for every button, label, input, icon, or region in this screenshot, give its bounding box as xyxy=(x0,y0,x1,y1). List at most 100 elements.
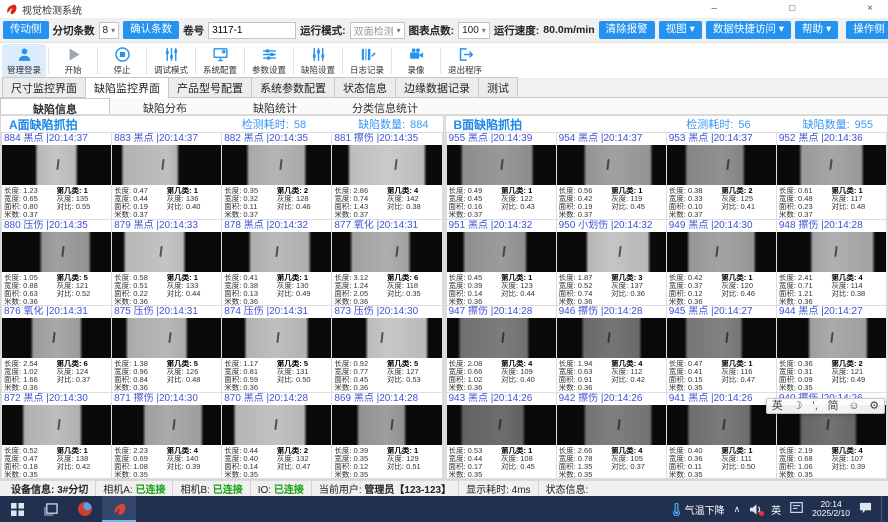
param-settings-button[interactable]: 参数设置 xyxy=(247,44,291,78)
defect-card[interactable]: 953 黑点 |20:14:37长度: 0.38宽度: 0.33面积: 0.10… xyxy=(667,133,776,219)
tab-size-monitor[interactable]: 尺寸监控界面 xyxy=(2,77,86,97)
defect-card-header: 876 氧化 |20:14:31 xyxy=(2,306,111,318)
defect-card[interactable]: 879 黑点 |20:14:33长度: 0.58宽度: 0.51面积: 0.22… xyxy=(112,220,221,306)
tab-system-param-config[interactable]: 系统参数配置 xyxy=(251,77,335,97)
operate-side-button[interactable]: 操作侧 xyxy=(846,21,888,39)
defect-card[interactable]: 881 擦伤 |20:14:35长度: 2.86宽度: 0.74面积: 1.43… xyxy=(332,133,441,219)
weather-widget[interactable]: 气温下降 xyxy=(672,502,725,517)
defect-card-header: 942 擦伤 |20:14:26 xyxy=(557,393,666,405)
defect-card[interactable]: 870 黑点 |20:14:28长度: 0.44宽度: 0.40面积: 0.14… xyxy=(222,393,331,479)
slit-count-select[interactable]: 8 ▾ xyxy=(99,22,120,39)
defect-card[interactable]: 876 氧化 |20:14:31长度: 2.54宽度: 1.02面积: 1.66… xyxy=(2,306,111,392)
taskbar-clock[interactable]: 20:14 2025/2/10 xyxy=(812,500,850,519)
defect-card-header: 953 黑点 |20:14:37 xyxy=(667,133,776,145)
record-video-button[interactable]: 录像 xyxy=(394,44,438,78)
defect-card[interactable]: 952 黑点 |20:14:36长度: 0.61宽度: 0.48面积: 0.23… xyxy=(777,133,886,219)
close-button[interactable]: × xyxy=(867,4,873,14)
subtab-defect-distribution[interactable]: 缺陷分布 xyxy=(110,98,220,114)
admin-login-button[interactable]: 管理登录 xyxy=(2,44,46,78)
ime-settings-icon[interactable]: ⚙ xyxy=(869,399,879,413)
defect-class-info: 第几类: 2灰度: 121对比: 0.49 xyxy=(831,360,884,392)
subtab-class-info-statistics[interactable]: 分类信息统计 xyxy=(330,98,440,114)
ime-punct-icon[interactable]: ’, xyxy=(812,399,818,413)
maximize-button[interactable]: □ xyxy=(789,4,795,14)
defect-card[interactable]: 869 黑点 |20:14:28长度: 0.39宽度: 0.35面积: 0.12… xyxy=(332,393,441,479)
debug-mode-button[interactable]: 调试模式 xyxy=(149,44,193,78)
ime-emoji-icon[interactable]: ☺ xyxy=(848,399,859,413)
defect-card[interactable]: 880 压伤 |20:14:35长度: 1.05宽度: 0.88面积: 0.63… xyxy=(2,220,111,306)
tab-product-model-config[interactable]: 产品型号配置 xyxy=(168,77,252,97)
subtab-defect-statistics[interactable]: 缺陷统计 xyxy=(220,98,330,114)
minimize-button[interactable]: – xyxy=(712,4,718,14)
view-menu-button[interactable]: 视图 ▾ xyxy=(659,21,702,39)
defect-card[interactable]: 871 擦伤 |20:14:30长度: 2.23宽度: 0.69面积: 1.08… xyxy=(112,393,221,479)
clear-alarm-button[interactable]: 清除报警 xyxy=(599,21,655,39)
taskbar-app-vision-system-icon[interactable] xyxy=(102,496,136,522)
defect-card[interactable]: 949 黑点 |20:14:30长度: 0.42宽度: 0.37面积: 0.12… xyxy=(667,220,776,306)
start-button[interactable]: 开始 xyxy=(51,44,95,78)
defect-card[interactable]: 882 黑点 |20:14:35长度: 0.35宽度: 0.32面积: 0.11… xyxy=(222,133,331,219)
defect-card[interactable]: 947 擦伤 |20:14:28长度: 2.08宽度: 0.66面积: 1.02… xyxy=(447,306,556,392)
help-menu-button[interactable]: 帮助 ▾ xyxy=(795,21,838,39)
defect-card[interactable]: 950 小划伤 |20:14:32长度: 1.87宽度: 0.52面积: 0.7… xyxy=(557,220,666,306)
taskbar-app-remote-icon[interactable] xyxy=(68,496,102,522)
task-view-button[interactable] xyxy=(34,496,68,522)
defect-card-info: 长度: 0.61宽度: 0.48面积: 0.23米数: 0.37第几类: 1灰度… xyxy=(777,185,886,219)
defect-card[interactable]: 883 黑点 |20:14:37长度: 0.47宽度: 0.44面积: 0.19… xyxy=(112,133,221,219)
ime-simplified[interactable]: 简 xyxy=(828,399,839,413)
exit-program-button[interactable]: 退出程序 xyxy=(443,44,487,78)
defect-card[interactable]: 946 擦伤 |20:14:28长度: 1.94宽度: 0.63面积: 0.91… xyxy=(557,306,666,392)
defect-card[interactable]: 874 压伤 |20:14:31长度: 1.17宽度: 0.81面积: 0.59… xyxy=(222,306,331,392)
ime-mode-icon[interactable] xyxy=(790,502,803,516)
ribbon-separator xyxy=(146,48,147,74)
volume-icon[interactable] xyxy=(749,504,762,515)
ribbon-separator xyxy=(342,48,343,74)
ime-lang-en[interactable]: 英 xyxy=(772,399,783,413)
system-config-button[interactable]: 系统配置 xyxy=(198,44,242,78)
defect-card[interactable]: 954 黑点 |20:14:37长度: 0.56宽度: 0.42面积: 0.19… xyxy=(557,133,666,219)
defect-card[interactable]: 948 擦伤 |20:14:28长度: 2.41宽度: 0.71面积: 1.21… xyxy=(777,220,886,306)
defect-card[interactable]: 944 黑点 |20:14:27长度: 0.36宽度: 0.31面积: 0.09… xyxy=(777,306,886,392)
defect-mark xyxy=(394,159,397,170)
defect-card-header: 884 黑点 |20:14:37 xyxy=(2,133,111,145)
defect-card[interactable]: 884 黑点 |20:14:37长度: 1.23宽度: 0.65面积: 0.80… xyxy=(2,133,111,219)
stop-button[interactable]: 停止 xyxy=(100,44,144,78)
tab-status-info[interactable]: 状态信息 xyxy=(334,77,396,97)
defect-card[interactable]: 942 擦伤 |20:14:26长度: 2.66宽度: 0.78面积: 1.35… xyxy=(557,393,666,479)
defect-card[interactable]: 877 氧化 |20:14:31长度: 3.12宽度: 1.24面积: 2.05… xyxy=(332,220,441,306)
run-mode-value: 双面检测 xyxy=(354,23,394,38)
chart-points-select[interactable]: 100 ▾ xyxy=(458,22,490,39)
defect-card[interactable]: 955 黑点 |20:14:39长度: 0.49宽度: 0.45面积: 0.16… xyxy=(447,133,556,219)
defect-card[interactable]: 945 黑点 |20:14:27长度: 0.47宽度: 0.41面积: 0.15… xyxy=(667,306,776,392)
defect-class-info: 第几类: 4灰度: 112对比: 0.42 xyxy=(611,360,664,392)
action-center-icon[interactable] xyxy=(859,502,872,517)
defect-card[interactable]: 872 黑点 |20:14:30长度: 0.52宽度: 0.47面积: 0.18… xyxy=(2,393,111,479)
tab-defect-monitor[interactable]: 缺陷监控界面 xyxy=(85,77,169,98)
run-mode-select[interactable]: 双面检测 ▾ xyxy=(350,22,405,39)
drive-side-button[interactable]: 传动侧 xyxy=(3,21,49,39)
defect-card[interactable]: 875 压伤 |20:14:31长度: 1.38宽度: 0.96面积: 0.84… xyxy=(112,306,221,392)
tab-test[interactable]: 测试 xyxy=(478,77,518,97)
start-button[interactable] xyxy=(0,496,34,522)
defect-card[interactable]: 951 黑点 |20:14:32长度: 0.45宽度: 0.39面积: 0.14… xyxy=(447,220,556,306)
log-record-button[interactable]: 日志记录 xyxy=(345,44,389,78)
defect-measurements: 长度: 2.41宽度: 0.71面积: 1.21米数: 0.36 xyxy=(779,274,832,306)
defect-card[interactable]: 943 黑点 |20:14:26长度: 0.53宽度: 0.44面积: 0.17… xyxy=(447,393,556,479)
ime-language-indicator[interactable]: 英 xyxy=(771,502,781,517)
defect-image xyxy=(2,405,111,445)
defect-card[interactable]: 941 黑点 |20:14:26长度: 0.40宽度: 0.36面积: 0.11… xyxy=(667,393,776,479)
roll-number-input[interactable] xyxy=(208,22,296,39)
subtab-defect-info[interactable]: 缺陷信息 xyxy=(0,98,110,114)
defect-card[interactable]: 873 压伤 |20:14:30长度: 0.92宽度: 0.77面积: 0.45… xyxy=(332,306,441,392)
confirm-count-button[interactable]: 确认条数 xyxy=(123,21,179,39)
defect-card-info: 长度: 0.53宽度: 0.44面积: 0.17米数: 0.35第几类: 1灰度… xyxy=(447,445,556,479)
tray-expand-chevron-icon[interactable]: ∧ xyxy=(734,504,741,515)
data-quick-access-menu-button[interactable]: 数据快捷访问 ▾ xyxy=(706,21,791,39)
defect-settings-button[interactable]: 缺陷设置 xyxy=(296,44,340,78)
ime-moon-icon[interactable]: ☽ xyxy=(793,399,803,413)
defect-card[interactable]: 878 黑点 |20:14:32长度: 0.41宽度: 0.38面积: 0.13… xyxy=(222,220,331,306)
app-title: 视觉检测系统 xyxy=(22,2,82,17)
defect-mark xyxy=(173,419,176,430)
show-desktop-button[interactable] xyxy=(881,496,885,522)
tab-edge-data-record[interactable]: 边缘数据记录 xyxy=(395,77,479,97)
